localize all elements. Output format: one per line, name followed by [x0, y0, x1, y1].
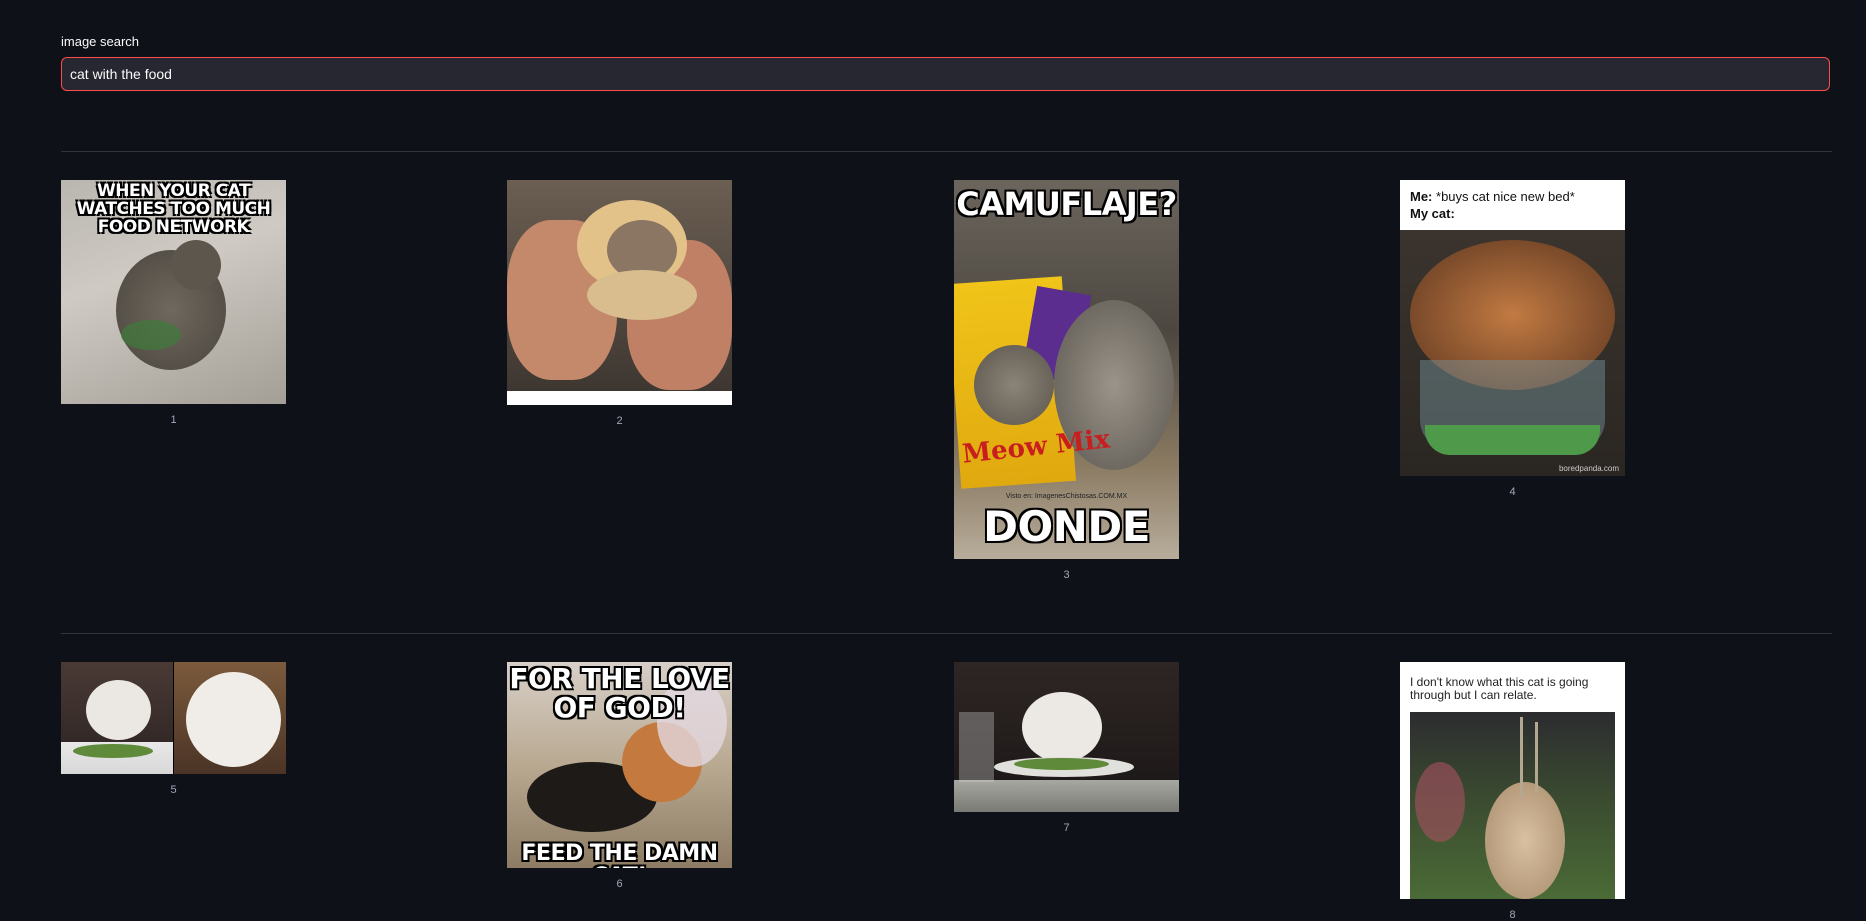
tweet-text: Me: *buys cat nice new bed* My cat: — [1410, 189, 1575, 221]
image-caption: 4 — [1509, 486, 1516, 498]
result-cell-4: Me: *buys cat nice new bed* My cat: bore… — [1400, 180, 1625, 498]
image-caption: 2 — [616, 415, 623, 427]
watermark-text: boredpanda.com — [1558, 464, 1619, 473]
result-image-5[interactable] — [61, 662, 286, 774]
meme-text-top: CAMUFLAJE? — [956, 185, 1177, 223]
result-cell-8: I don't know what this cat is going thro… — [1400, 662, 1625, 921]
tweet-text: I don't know what this cat is going thro… — [1410, 675, 1589, 702]
result-image-4[interactable]: Me: *buys cat nice new bed* My cat: bore… — [1400, 180, 1625, 476]
image-caption: 8 — [1509, 909, 1516, 921]
image-caption: 5 — [170, 784, 177, 796]
image-caption: 7 — [1063, 822, 1070, 834]
watermark-text: Visto en: ImagenesChistosas.COM.MX — [1005, 493, 1128, 500]
image-caption: 6 — [616, 878, 623, 890]
result-cell-1: WHEN YOUR CAT WATCHES TOO MUCH FOOD NETW… — [61, 180, 286, 426]
result-cell-5: 5 — [61, 662, 286, 796]
result-cell-3: Meow Mix Visto en: ImagenesChistosas.COM… — [954, 180, 1179, 581]
result-cell-6: FOR THE LOVE OF GOD! FEED THE DAMN CAT! … — [507, 662, 732, 890]
result-cell-2: 2 — [507, 180, 732, 427]
divider — [61, 151, 1832, 152]
meme-text-bottom: DONDE — [983, 502, 1150, 551]
result-image-1[interactable]: WHEN YOUR CAT WATCHES TOO MUCH FOOD NETW… — [61, 180, 286, 404]
result-image-7[interactable] — [954, 662, 1179, 812]
image-caption: 3 — [1063, 569, 1070, 581]
result-image-6[interactable]: FOR THE LOVE OF GOD! FEED THE DAMN CAT! — [507, 662, 732, 868]
result-image-3[interactable]: Meow Mix Visto en: ImagenesChistosas.COM… — [954, 180, 1179, 559]
search-label: image search — [61, 34, 140, 49]
result-cell-7: 7 — [954, 662, 1179, 834]
divider — [61, 633, 1832, 634]
search-box[interactable] — [61, 57, 1830, 91]
search-input[interactable] — [70, 66, 1829, 82]
meme-text-top: WHEN YOUR CAT WATCHES TOO MUCH FOOD NETW… — [76, 181, 271, 237]
result-image-8[interactable]: I don't know what this cat is going thro… — [1400, 662, 1625, 899]
meme-text-top: FOR THE LOVE OF GOD! — [509, 662, 730, 725]
image-caption: 1 — [170, 414, 177, 426]
result-image-2[interactable] — [507, 180, 732, 405]
meme-text-bottom: FEED THE DAMN CAT! — [521, 841, 718, 868]
